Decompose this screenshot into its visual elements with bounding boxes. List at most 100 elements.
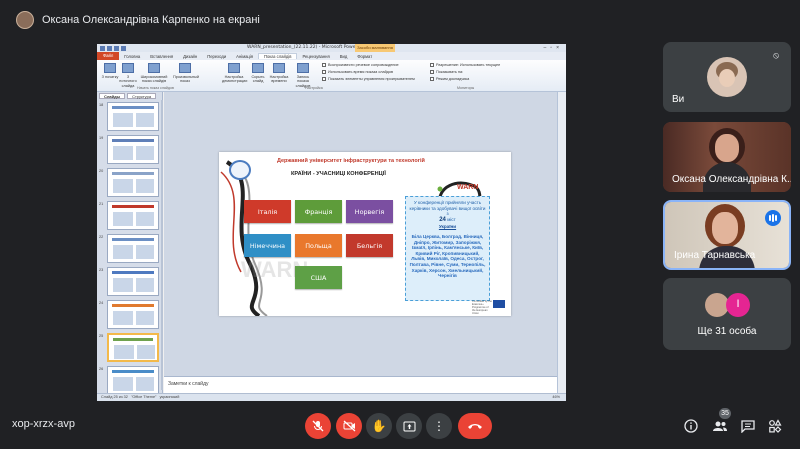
broadcast-button[interactable]: Широкомовний показ слайдів	[140, 63, 168, 84]
participant-tile-iryna[interactable]: Ірина Тарнавська	[663, 200, 791, 270]
slide-thumbnail[interactable]	[107, 234, 159, 263]
country-tile-poland: Польща	[295, 234, 342, 257]
contextual-tab-label: Засоби малювання	[355, 44, 395, 52]
slide-thumbnail[interactable]	[107, 333, 159, 362]
zoom-level[interactable]: 46%	[552, 395, 560, 399]
participant-tile-oksana[interactable]: Оксана Олександрівна К...	[663, 122, 791, 192]
from-beginning-button[interactable]: З початку	[100, 63, 120, 79]
tab-transitions[interactable]: Переходи	[202, 54, 231, 59]
mic-off-icon: ⦸	[773, 50, 779, 60]
country-tile-germany: Німеччина	[244, 234, 291, 257]
undo-icon[interactable]	[107, 45, 112, 51]
chat-icon	[741, 419, 755, 433]
people-icon	[713, 421, 727, 431]
editor-scrollbar[interactable]	[557, 92, 566, 393]
tab-slideshow[interactable]: Показ слайдів	[258, 53, 298, 59]
participant-tile-self[interactable]: ⦸ Ви	[663, 42, 791, 112]
hang-up-icon	[468, 424, 482, 429]
slide-thumbnail[interactable]	[107, 168, 159, 197]
hide-slide-button[interactable]: Скрыть слайд	[248, 63, 268, 84]
tab-file[interactable]: Файл	[97, 52, 120, 60]
group-monitors-label: Мониторы	[457, 86, 475, 90]
country-tile-france: Франція	[295, 200, 342, 223]
quick-access-toolbar[interactable]	[100, 45, 126, 51]
redo-icon[interactable]	[114, 45, 119, 51]
slide-thumbnail[interactable]	[107, 201, 159, 230]
tab-animations[interactable]: Анімація	[231, 54, 258, 59]
slide-thumb-number: 22	[99, 235, 104, 239]
more-options-button[interactable]: ⋮	[426, 413, 452, 439]
meeting-details-button[interactable]	[682, 417, 700, 435]
setup-show-button[interactable]: Настройка демонстрации	[222, 63, 247, 84]
window-controls[interactable]: –▫×	[544, 45, 563, 51]
chat-button[interactable]	[739, 417, 757, 435]
tab-design[interactable]: Дизайн	[178, 54, 202, 59]
presentation-banner: Оксана Олександрівна Карпенко на екрані	[10, 8, 790, 32]
rehearse-timings-button[interactable]: Настройка времени	[269, 63, 289, 84]
people-button[interactable]	[711, 417, 729, 435]
participant-name: Ірина Тарнавська	[674, 250, 756, 261]
activities-button[interactable]	[766, 417, 784, 435]
from-current-button[interactable]: З поточного слайда	[118, 63, 138, 88]
tab-slides[interactable]: Слайды	[99, 93, 126, 99]
mic-off-icon	[312, 420, 324, 432]
cities-info-box[interactable]: У конференції прийняли участь керівники …	[405, 196, 490, 301]
hand-icon: ✋	[371, 419, 387, 433]
slide-university: Державний університет інфраструктури та …	[277, 158, 425, 164]
tab-insert[interactable]: Вставлення	[145, 54, 178, 59]
eu-flag-icon	[493, 300, 505, 308]
slide-thumbnail[interactable]	[107, 366, 159, 395]
show-on-dropdown[interactable]: Показывать на:	[430, 70, 463, 74]
slide-thumbnail[interactable]	[107, 267, 159, 296]
save-icon[interactable]	[100, 45, 105, 51]
leave-call-button[interactable]	[458, 413, 492, 439]
tab-view[interactable]: Вид	[335, 54, 353, 59]
slide-thumbnail[interactable]	[107, 300, 159, 329]
timings-checkbox[interactable]: Использовать время показа слайдов	[322, 70, 393, 74]
slide-thumb-number: 26	[99, 367, 104, 371]
presenter-avatar	[16, 11, 34, 29]
slide-thumb-number: 21	[99, 202, 104, 206]
notes-pane[interactable]: Заметки к слайду	[164, 376, 557, 393]
current-slide[interactable]: Державний університет інфраструктури та …	[219, 152, 511, 316]
eu-caption: Co-funded by the Erasmus+ Programme of t…	[472, 300, 492, 315]
present-button[interactable]	[396, 413, 422, 439]
tab-review[interactable]: Рецензування	[297, 54, 334, 59]
slides-pane: Слайды Структура 18 19 20 21 22 23 24 25 26	[97, 92, 163, 395]
city-count-suffix: міст	[447, 216, 456, 222]
present-screen-icon	[403, 421, 415, 431]
participant-name: Оксана Олександрівна К...	[672, 174, 791, 185]
slide-thumbnail[interactable]	[107, 135, 159, 164]
custom-show-button[interactable]: Произвольный показ	[173, 63, 199, 84]
shared-screen: WARN_presentation_(22.11.22) - Microsoft…	[97, 44, 566, 401]
info-intro: У конференції прийняли участь керівники …	[409, 200, 486, 217]
tab-format[interactable]: Формат	[352, 54, 377, 59]
mic-toggle-button[interactable]	[305, 413, 331, 439]
camera-off-icon	[343, 420, 355, 432]
narration-checkbox[interactable]: Воспроизвести речевое сопровождение	[322, 63, 399, 67]
participant-count-badge: 35	[719, 408, 731, 419]
record-show-button[interactable]: Запись показа слайдов	[291, 63, 315, 88]
resolution-dropdown[interactable]: Разрешение: Использовать текущее	[430, 63, 500, 67]
camera-toggle-button[interactable]	[336, 413, 362, 439]
group-start-label: Начать показ слайдов	[137, 86, 174, 90]
presenter-view-checkbox[interactable]: Режим докладчика	[430, 77, 469, 81]
tab-home[interactable]: Головна	[119, 54, 145, 59]
warn-logo-text: WARN	[457, 184, 479, 191]
city-count: 24	[439, 216, 446, 223]
slide-thumbnail[interactable]	[107, 102, 159, 131]
cities-list: Біла Церква, Болград, Вінниця, Дніпро, Ж…	[409, 233, 486, 279]
status-slide-info: Слайд 25 из 32	[101, 395, 128, 399]
slide-thumb-number: 25	[99, 334, 104, 338]
other-avatar-2: I	[726, 293, 750, 317]
ribbon: З початку З поточного слайда Широкомовни…	[97, 60, 566, 92]
meeting-code: xop-xrzx-avp	[12, 418, 75, 430]
slideshow-icon[interactable]	[121, 45, 126, 51]
slides-scrollbar[interactable]	[161, 100, 163, 390]
media-controls-checkbox[interactable]: Показать элементы управления проигрывате…	[322, 77, 415, 81]
powerpoint-titlebar: WARN_presentation_(22.11.22) - Microsoft…	[97, 44, 566, 52]
tab-outline[interactable]: Структура	[127, 93, 157, 99]
participant-tile-others[interactable]: I Ще 31 особа	[663, 278, 791, 350]
participant-self-avatar	[707, 57, 747, 97]
raise-hand-button[interactable]: ✋	[366, 413, 392, 439]
